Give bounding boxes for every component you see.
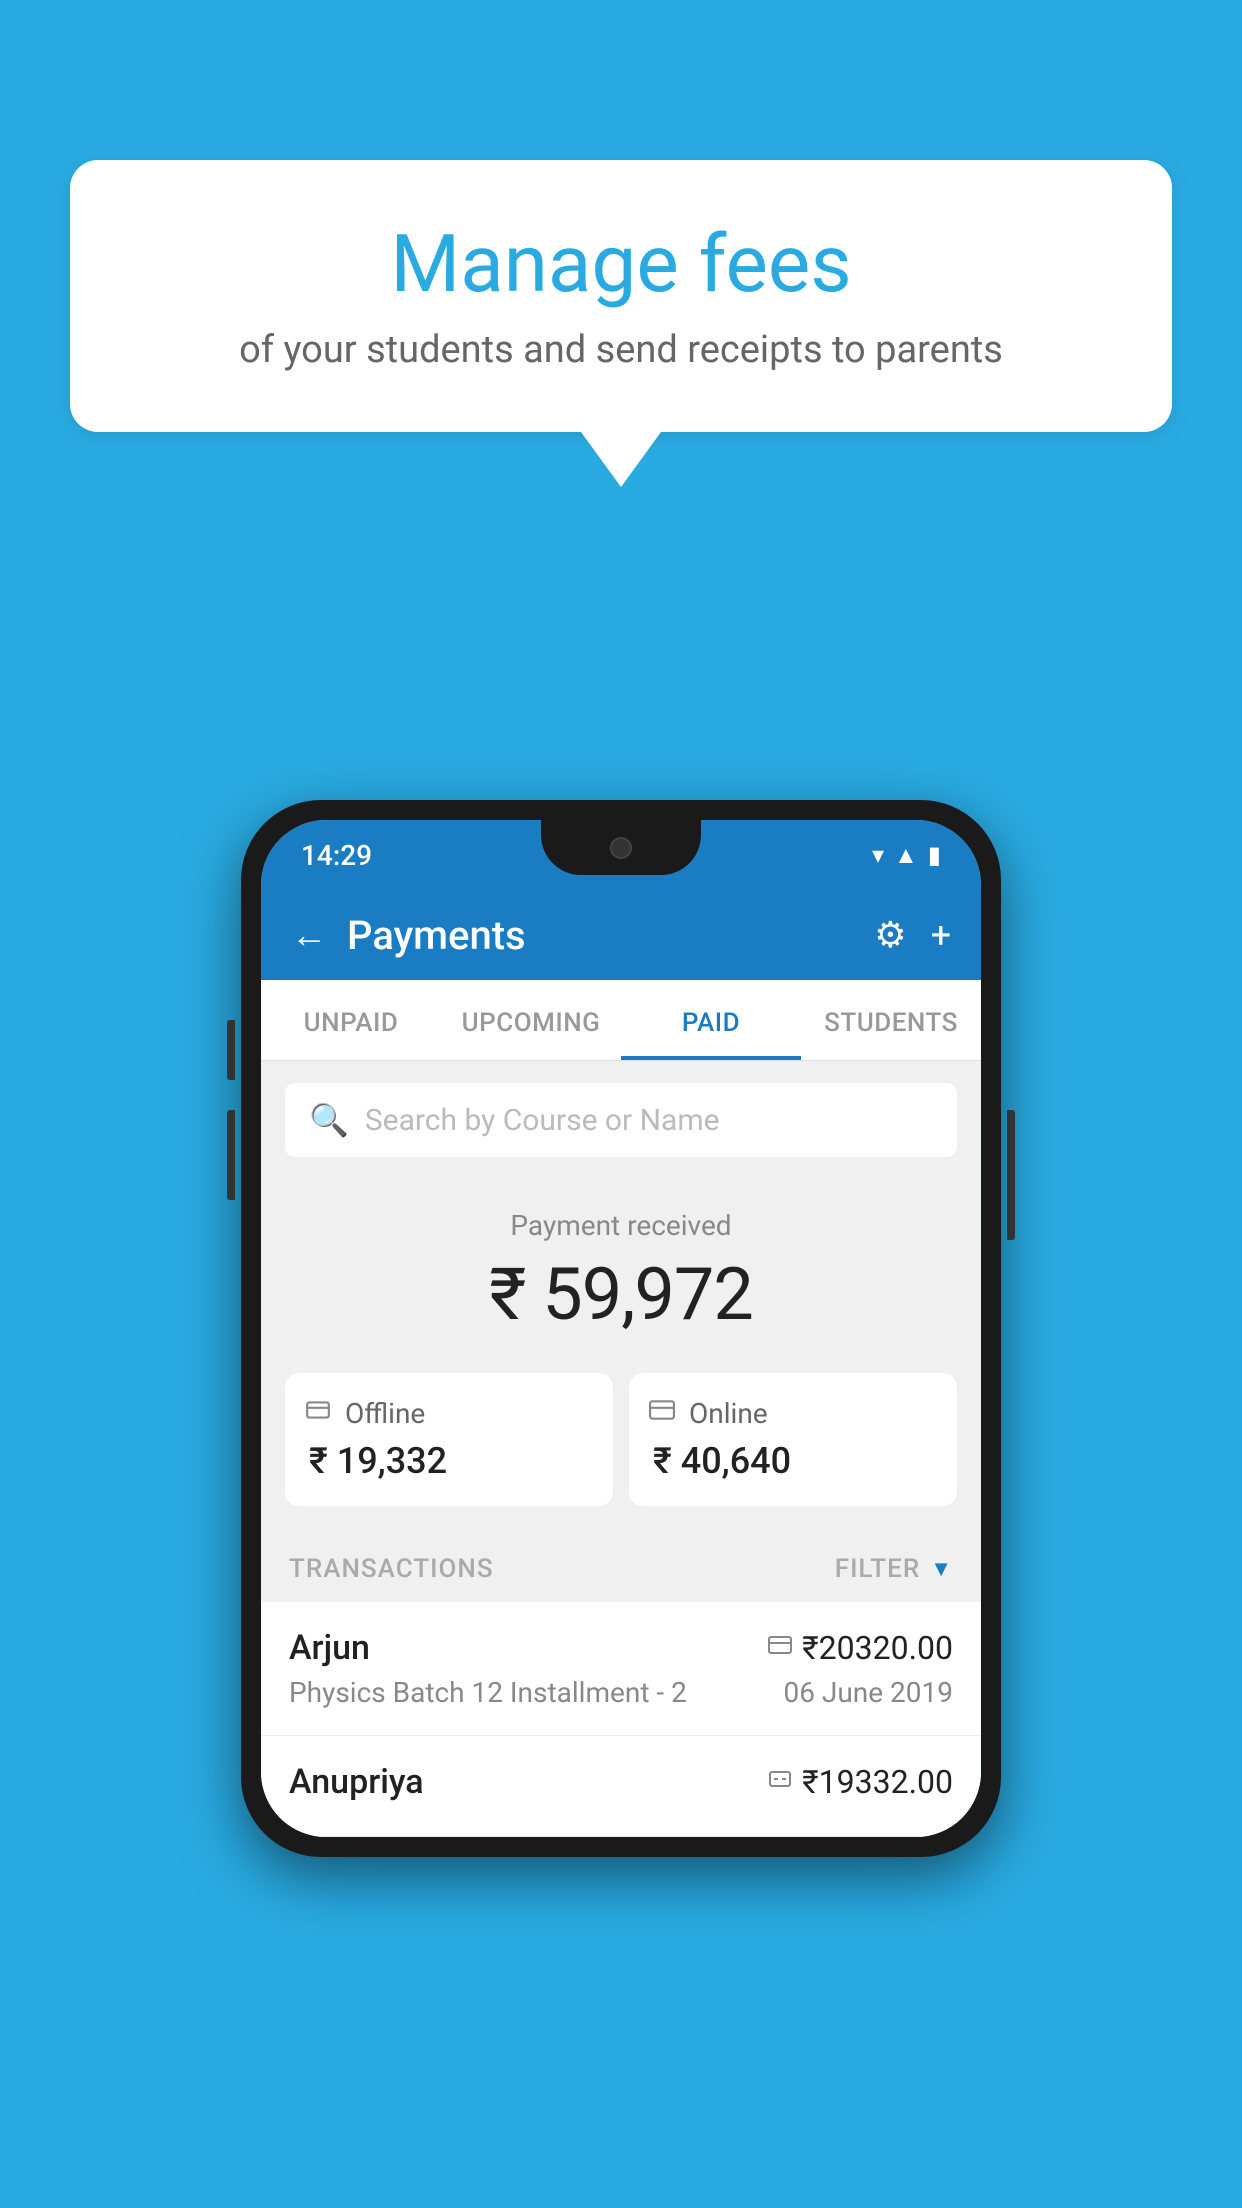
side-button-volume-down [227,1110,235,1200]
transaction-amount-wrap: ₹20320.00 [768,1629,953,1667]
speech-bubble-card: Manage fees of your students and send re… [70,160,1172,432]
offline-icon [305,1397,331,1430]
header-left: ← Payments [291,912,526,959]
transaction-course: Physics Batch 12 Installment - 2 [289,1676,687,1709]
phone-screen: 14:29 ▾ ▲ ▮ ← Payments ⚙ + [261,820,981,1837]
transaction-amount-wrap-2: ₹19332.00 [768,1763,953,1801]
online-card-header: Online [649,1397,937,1430]
search-icon: 🔍 [309,1101,349,1139]
bubble-title: Manage fees [150,220,1092,308]
payment-total-amount: ₹ 59,972 [285,1252,957,1337]
search-bar[interactable]: 🔍 Search by Course or Name [285,1083,957,1157]
tabs-bar: UNPAID UPCOMING PAID STUDENTS [261,980,981,1061]
offline-card-header: Offline [305,1397,593,1430]
bubble-subtitle: of your students and send receipts to pa… [150,328,1092,372]
transaction-row-top: Arjun ₹20320.00 [289,1628,953,1668]
online-icon [649,1397,675,1430]
transaction-row-top-2: Anupriya ₹19332.00 [289,1762,953,1802]
transaction-row-arjun[interactable]: Arjun ₹20320.00 Physics Batch 12 Install… [261,1602,981,1736]
tab-unpaid[interactable]: UNPAID [261,980,441,1060]
add-icon[interactable]: + [931,914,951,956]
wifi-icon: ▾ [872,841,884,869]
payment-received-section: Payment received ₹ 59,972 [261,1179,981,1357]
camera-notch [610,837,632,859]
transaction-amount-2: ₹19332.00 [802,1763,953,1801]
online-amount: ₹ 40,640 [649,1440,937,1482]
transaction-name: Arjun [289,1628,370,1668]
status-time: 14:29 [301,839,372,872]
header-title: Payments [347,912,526,959]
speech-bubble-section: Manage fees of your students and send re… [70,160,1172,487]
phone-notch [541,820,701,875]
payment-cards: Offline ₹ 19,332 Online ₹ 40,640 [261,1357,981,1530]
tab-students[interactable]: STUDENTS [801,980,981,1060]
payment-type-icon-online [768,1633,792,1664]
search-placeholder: Search by Course or Name [365,1103,720,1138]
online-label: Online [689,1397,768,1430]
filter-label: FILTER [835,1554,920,1584]
phone-frame: 14:29 ▾ ▲ ▮ ← Payments ⚙ + [241,800,1001,1857]
offline-amount: ₹ 19,332 [305,1440,593,1482]
offline-card: Offline ₹ 19,332 [285,1373,613,1506]
search-container: 🔍 Search by Course or Name [261,1061,981,1179]
status-bar: 14:29 ▾ ▲ ▮ [261,820,981,890]
back-button[interactable]: ← [291,917,327,953]
battery-icon: ▮ [928,841,941,869]
status-icons: ▾ ▲ ▮ [872,841,941,870]
tab-paid[interactable]: PAID [621,980,801,1060]
header-right: ⚙ + [874,914,951,956]
transaction-name-2: Anupriya [289,1762,424,1802]
transaction-amount: ₹20320.00 [802,1629,953,1667]
transaction-row-bottom: Physics Batch 12 Installment - 2 06 June… [289,1676,953,1709]
offline-label: Offline [345,1397,425,1430]
payment-label: Payment received [285,1209,957,1242]
transaction-row-anupriya[interactable]: Anupriya ₹19332.00 [261,1736,981,1837]
online-card: Online ₹ 40,640 [629,1373,957,1506]
signal-icon: ▲ [894,841,918,870]
app-header: ← Payments ⚙ + [261,890,981,980]
side-button-power [1007,1110,1015,1240]
filter-icon: ▼ [930,1556,953,1582]
transactions-header: TRANSACTIONS FILTER ▼ [261,1530,981,1602]
transaction-date: 06 June 2019 [783,1676,953,1709]
phone-mockup: 14:29 ▾ ▲ ▮ ← Payments ⚙ + [241,800,1001,1857]
filter-button[interactable]: FILTER ▼ [835,1554,953,1584]
tab-upcoming[interactable]: UPCOMING [441,980,621,1060]
bubble-arrow [581,432,661,487]
side-button-volume-up [227,1020,235,1080]
transactions-label: TRANSACTIONS [289,1554,494,1584]
payment-type-icon-offline [768,1767,792,1798]
settings-icon[interactable]: ⚙ [874,914,906,956]
